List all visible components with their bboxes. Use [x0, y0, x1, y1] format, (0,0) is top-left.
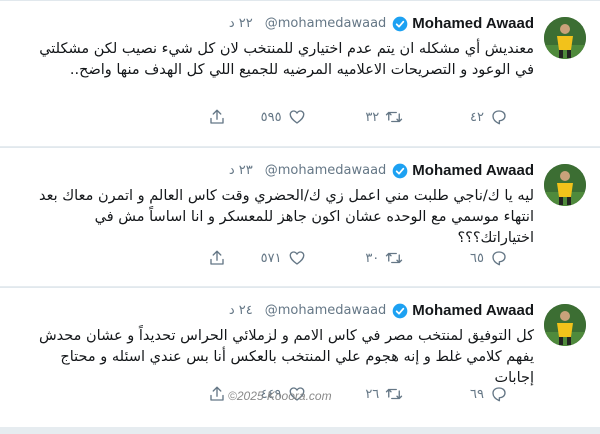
- user-handle[interactable]: @mohamedawaad: [265, 16, 387, 31]
- user-handle[interactable]: @mohamedawaad: [265, 303, 387, 318]
- avatar[interactable]: [544, 304, 586, 346]
- user-name[interactable]: Mohamed Awaad: [412, 15, 534, 32]
- user-name[interactable]: Mohamed Awaad: [412, 162, 534, 179]
- reply-icon: [492, 251, 506, 266]
- like-button[interactable]: ٥٩٥: [261, 108, 331, 126]
- reply-icon: [492, 110, 506, 125]
- tweet-header: ٢٣ د @mohamedawaad Mohamed Awaad: [229, 162, 534, 179]
- like-count: ٥٧١: [260, 250, 282, 266]
- tweet-text: ليه يا ك/ناجي طلبت مني اعمل زي ك/الحضري …: [38, 188, 534, 246]
- tweet[interactable]: ٢٣ د @mohamedawaad Mohamed Awaad ليه يا …: [0, 147, 600, 286]
- share-icon: [210, 250, 224, 265]
- reply-button[interactable]: ٤٢: [470, 108, 540, 126]
- avatar-image: [544, 304, 586, 346]
- like-icon: [289, 110, 305, 124]
- tweet[interactable]: ٢٢ د @mohamedawaad Mohamed Awaad معنديش …: [0, 0, 600, 146]
- verified-badge-icon: [392, 16, 408, 31]
- tweet-header: ٢٤ د @mohamedawaad Mohamed Awaad: [229, 302, 534, 319]
- reply-button[interactable]: ٦٥: [470, 249, 540, 267]
- watermark: ©2025 Kooora.com: [228, 389, 332, 403]
- retweet-icon: [386, 252, 403, 264]
- retweet-icon: [386, 111, 403, 123]
- tweet-actions: ٥٧١ ٣٠ ٦٥: [208, 247, 540, 269]
- tweet-time[interactable]: ٢٢ د: [229, 16, 253, 31]
- tweet-time[interactable]: ٢٤ د: [229, 303, 253, 318]
- like-count: ٥٩٥: [260, 109, 282, 125]
- retweet-count: ٣٢: [365, 109, 380, 125]
- share-button[interactable]: [208, 385, 226, 403]
- retweet-button[interactable]: ٣٠: [365, 249, 435, 267]
- retweet-button[interactable]: ٣٢: [365, 108, 435, 126]
- reply-icon: [492, 387, 506, 402]
- tweet-text: معنديش أي مشكله ان يتم عدم اختياري للمنت…: [39, 41, 534, 78]
- reply-count: ٦٥: [469, 250, 484, 266]
- tweet-time[interactable]: ٢٣ د: [229, 163, 253, 178]
- avatar[interactable]: [544, 17, 586, 59]
- like-icon: [289, 251, 305, 265]
- user-handle[interactable]: @mohamedawaad: [265, 163, 387, 178]
- verified-badge-icon: [392, 163, 408, 178]
- avatar-image: [544, 164, 586, 206]
- tweet-text: كل التوفيق لمنتخب مصر في كاس الامم و لزم…: [38, 328, 534, 386]
- retweet-icon: [386, 388, 403, 400]
- tweet[interactable]: ٢٤ د @mohamedawaad Mohamed Awaad كل التو…: [0, 287, 600, 427]
- share-icon: [210, 386, 224, 401]
- reply-count: ٦٩: [469, 386, 484, 402]
- retweet-count: ٢٦: [365, 386, 380, 402]
- share-button[interactable]: [208, 249, 226, 267]
- share-button[interactable]: [208, 108, 226, 126]
- tweet-header: ٢٢ د @mohamedawaad Mohamed Awaad: [229, 15, 534, 32]
- user-name[interactable]: Mohamed Awaad: [412, 302, 534, 319]
- retweet-count: ٣٠: [365, 250, 380, 266]
- avatar-image: [544, 17, 586, 59]
- avatar[interactable]: [544, 164, 586, 206]
- retweet-button[interactable]: ٢٦: [365, 385, 435, 403]
- reply-button[interactable]: ٦٩: [470, 385, 540, 403]
- like-button[interactable]: ٥٧١: [261, 249, 331, 267]
- tweet-actions: ٥٩٥ ٣٢ ٤٢: [208, 106, 540, 128]
- verified-badge-icon: [392, 303, 408, 318]
- share-icon: [210, 109, 224, 124]
- reply-count: ٤٢: [469, 109, 484, 125]
